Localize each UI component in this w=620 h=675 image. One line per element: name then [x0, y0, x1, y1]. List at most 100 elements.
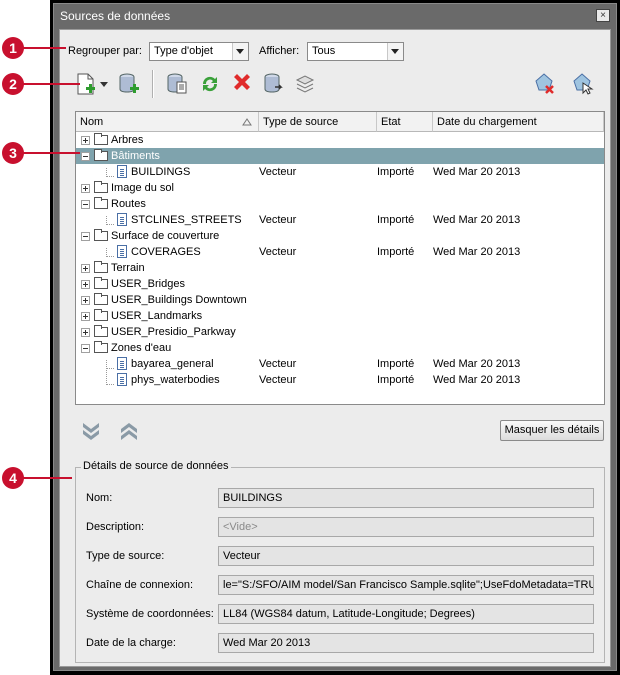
delete-icon[interactable] [230, 72, 254, 96]
callout-4: 4 [2, 467, 24, 489]
callout-line-3 [22, 152, 80, 154]
tree-row-zones-d-eau[interactable]: Zones d'eau [76, 340, 604, 356]
coordinate-system-field[interactable]: LL84 (WGS84 datum, Latitude-Longitude; D… [218, 604, 594, 624]
row-name: USER_Bridges [111, 278, 185, 290]
column-header-name-label: Nom [80, 116, 104, 128]
show-dropdown[interactable]: Tous [307, 42, 404, 61]
document-icon [117, 213, 127, 226]
tree-row-user-buildings-downtown[interactable]: USER_Buildings Downtown [76, 292, 604, 308]
row-name: bayarea_general [131, 358, 214, 370]
close-button[interactable]: × [596, 9, 610, 22]
tree-row-terrain[interactable]: Terrain [76, 260, 604, 276]
row-type: Vecteur [259, 374, 297, 386]
column-header-type-label: Type de source [263, 116, 339, 128]
window-title: Sources de données [60, 9, 171, 23]
column-header-state-label: Etat [381, 116, 401, 128]
folder-icon [94, 325, 108, 337]
details-group: Détails de source de données Nom: BUILDI… [75, 460, 605, 663]
tree-row-buildings[interactable]: BUILDINGS Vecteur Importé Wed Mar 20 201… [76, 164, 604, 180]
expand-icon[interactable] [81, 328, 90, 337]
details-group-title: Détails de source de données [81, 460, 231, 472]
folder-icon [94, 133, 108, 145]
row-name: Bâtiments [111, 150, 160, 162]
tree-row-image-du-sol[interactable]: Image du sol [76, 180, 604, 196]
collapse-all-icon[interactable] [118, 419, 140, 441]
folder-icon [94, 261, 108, 273]
source-type-label: Type de source: [86, 550, 165, 562]
tree-row-phys-waterbodies[interactable]: phys_waterbodies Vecteur Importé Wed Mar… [76, 372, 604, 388]
tree-row-batiments[interactable]: Bâtiments [76, 148, 604, 164]
chevron-down-icon [387, 43, 403, 60]
group-by-label: Regrouper par: [68, 45, 142, 57]
document-icon [117, 165, 127, 178]
hide-details-button[interactable]: Masquer les détails [500, 420, 604, 441]
load-date-field[interactable]: Wed Mar 20 2013 [218, 633, 594, 653]
load-date-label: Date de la charge: [86, 637, 176, 649]
remove-feature-icon[interactable] [532, 72, 556, 96]
tree-row-user-presidio-parkway[interactable]: USER_Presidio_Parkway [76, 324, 604, 340]
expand-icon[interactable] [81, 264, 90, 273]
expand-all-icon[interactable] [80, 419, 102, 441]
new-source-dropdown-icon[interactable] [98, 72, 110, 96]
column-header-type[interactable]: Type de source [259, 112, 377, 132]
row-date: Wed Mar 20 2013 [433, 374, 521, 386]
tree-row-routes[interactable]: Routes [76, 196, 604, 212]
connection-string-label: Chaîne de connexion: [86, 579, 194, 591]
tree-row-bayarea-general[interactable]: bayarea_general Vecteur Importé Wed Mar … [76, 356, 604, 372]
row-state: Importé [377, 166, 415, 178]
row-state: Importé [377, 246, 415, 258]
column-header-date[interactable]: Date du chargement [433, 112, 604, 132]
column-header-state[interactable]: Etat [377, 112, 433, 132]
row-type: Vecteur [259, 246, 297, 258]
callout-3: 3 [2, 142, 24, 164]
refresh-icon[interactable] [198, 72, 222, 96]
row-name: Surface de couverture [111, 230, 220, 242]
description-field[interactable]: <Vide> [218, 517, 594, 537]
callout-2: 2 [2, 73, 24, 95]
folder-icon [94, 181, 108, 193]
add-data-source-icon[interactable] [117, 72, 141, 96]
folder-icon [94, 197, 108, 209]
column-header-name[interactable]: Nom [76, 112, 259, 132]
folder-icon [94, 229, 108, 241]
layers-icon[interactable] [293, 72, 317, 96]
select-feature-icon[interactable] [570, 72, 594, 96]
tree-row-arbres[interactable]: Arbres [76, 132, 604, 148]
tree-row-coverages[interactable]: COVERAGES Vecteur Importé Wed Mar 20 201… [76, 244, 604, 260]
data-source-tree[interactable]: Nom Type de source Etat Date du chargeme… [75, 111, 605, 405]
callout-line-1 [22, 47, 66, 49]
name-field[interactable]: BUILDINGS [218, 488, 594, 508]
collapse-icon[interactable] [81, 232, 90, 241]
row-state: Importé [377, 358, 415, 370]
tree-row-user-landmarks[interactable]: USER_Landmarks [76, 308, 604, 324]
group-by-dropdown[interactable]: Type d'objet [149, 42, 249, 61]
title-bar[interactable]: Sources de données × [54, 4, 616, 28]
row-date: Wed Mar 20 2013 [433, 214, 521, 226]
expand-icon[interactable] [81, 280, 90, 289]
callout-line-2 [22, 83, 80, 85]
row-name: Terrain [111, 262, 145, 274]
description-label: Description: [86, 521, 145, 533]
tree-row-surface-de-couverture[interactable]: Surface de couverture [76, 228, 604, 244]
document-icon [117, 245, 127, 258]
row-state: Importé [377, 374, 415, 386]
reload-icon[interactable] [262, 72, 286, 96]
expand-icon[interactable] [81, 312, 90, 321]
tree-row-stclines-streets[interactable]: STCLINES_STREETS Vecteur Importé Wed Mar… [76, 212, 604, 228]
row-type: Vecteur [259, 358, 297, 370]
folder-icon [94, 149, 108, 161]
collapse-icon[interactable] [81, 152, 90, 161]
sort-ascending-icon [242, 118, 252, 126]
collapse-icon[interactable] [81, 344, 90, 353]
expand-icon[interactable] [81, 296, 90, 305]
row-name: Image du sol [111, 182, 174, 194]
tree-row-user-bridges[interactable]: USER_Bridges [76, 276, 604, 292]
source-properties-icon[interactable] [165, 72, 189, 96]
source-type-field[interactable]: Vecteur [218, 546, 594, 566]
expand-icon[interactable] [81, 184, 90, 193]
folder-icon [94, 277, 108, 289]
connection-string-field[interactable]: le="S:/SFO/AIM model/San Francisco Sampl… [218, 575, 594, 595]
row-name: BUILDINGS [131, 166, 191, 178]
collapse-icon[interactable] [81, 200, 90, 209]
expand-icon[interactable] [81, 136, 90, 145]
